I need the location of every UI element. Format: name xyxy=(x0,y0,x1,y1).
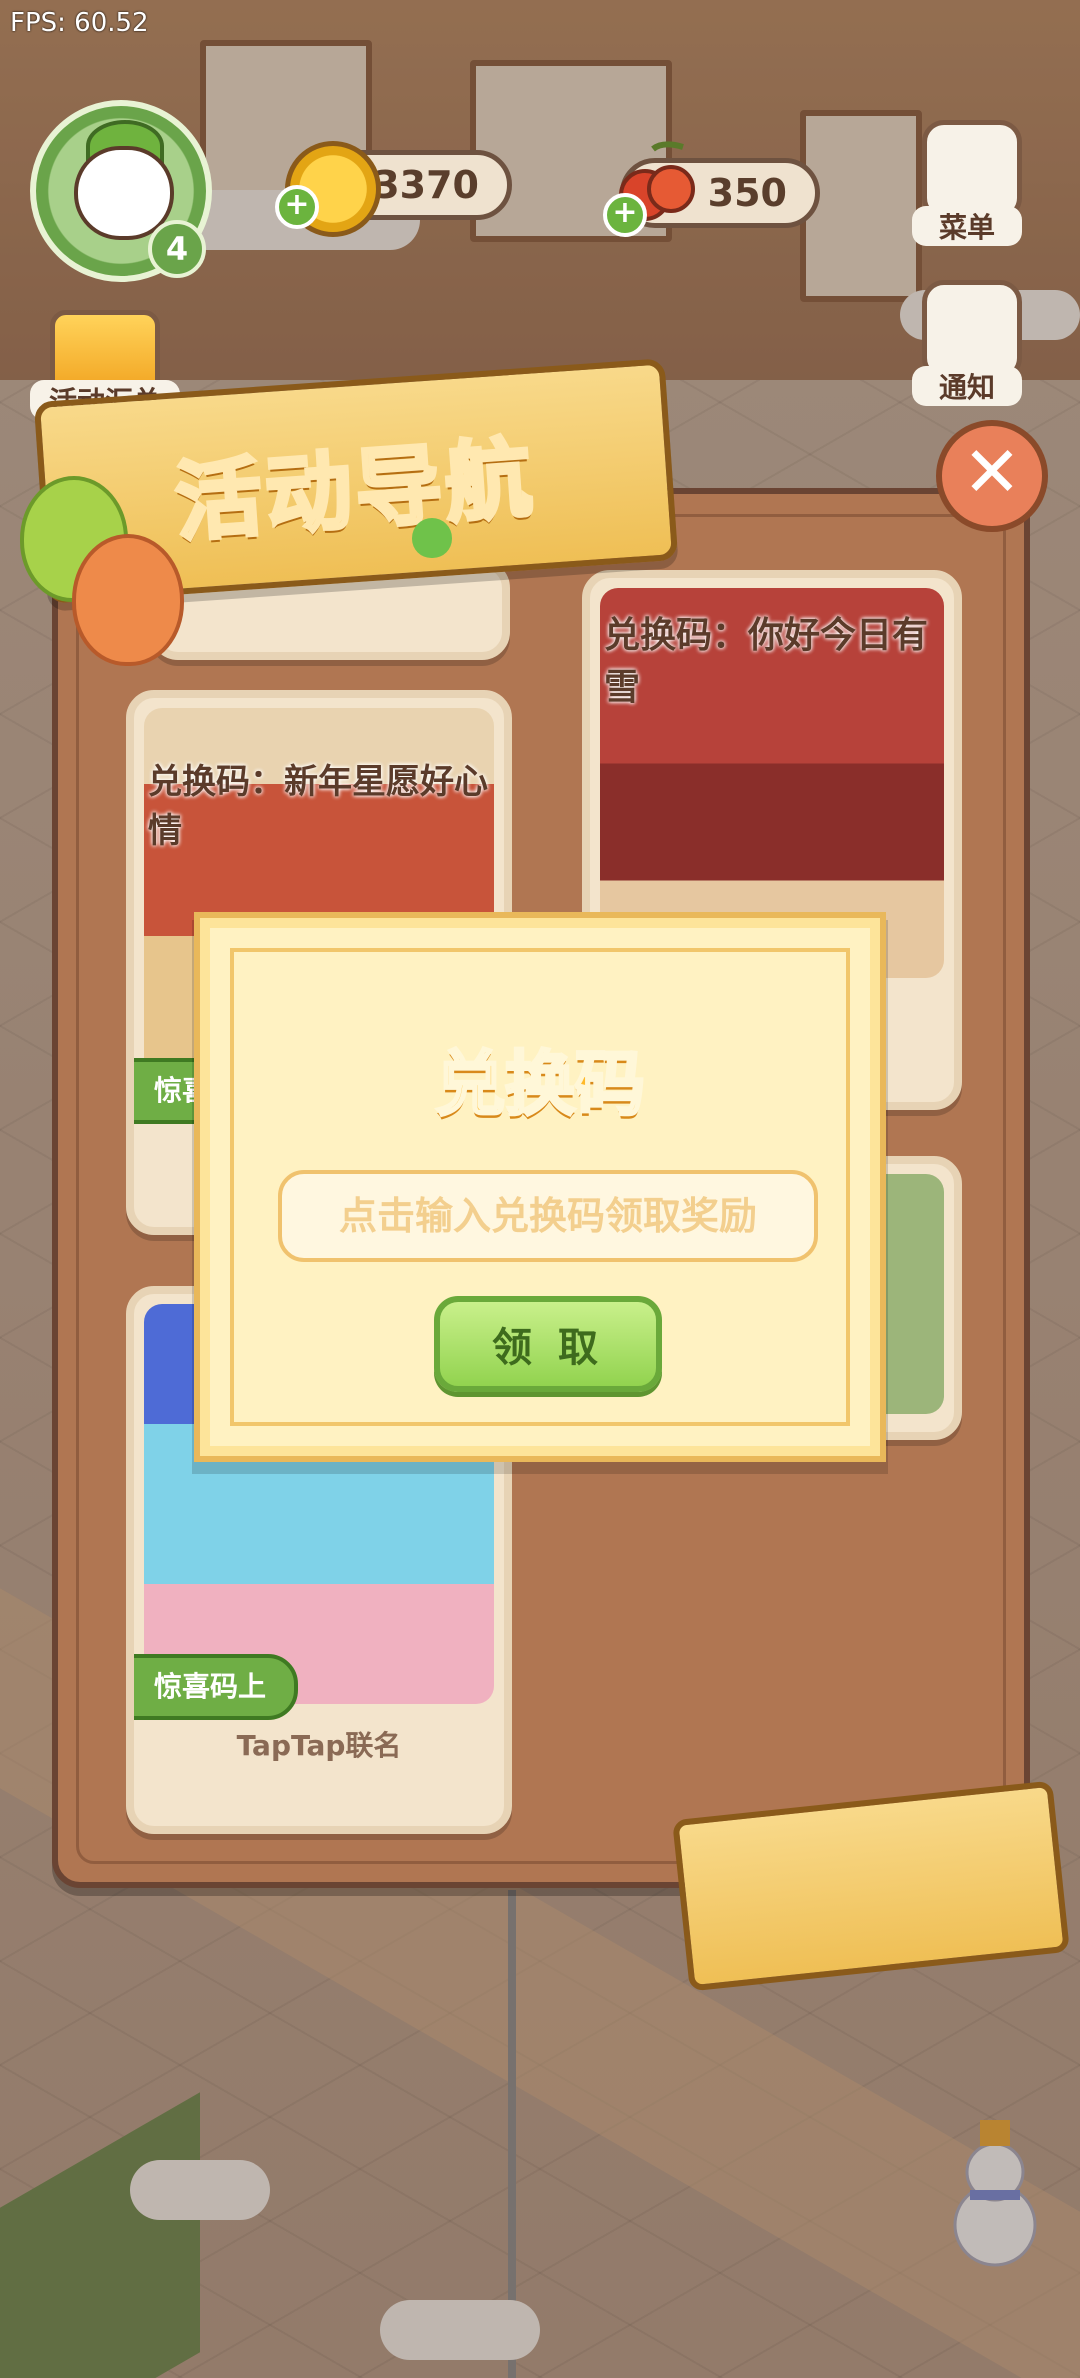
coin-amount: 3370 xyxy=(373,163,479,207)
coin-counter[interactable]: + 3370 xyxy=(275,141,512,237)
menu-icon xyxy=(922,120,1022,220)
card-title: 兑换码：你好今日有雪 xyxy=(604,615,929,708)
add-cherries-icon[interactable]: + xyxy=(603,193,647,237)
green-ornament-icon xyxy=(412,518,452,558)
claim-button[interactable]: 领 取 xyxy=(434,1296,662,1392)
card-title: 兑换码：新年星愿好心情 xyxy=(148,762,488,851)
cherry-counter[interactable]: + 350 xyxy=(603,141,820,237)
close-icon: ✕ xyxy=(962,431,1022,513)
menu-label: 菜单 xyxy=(912,206,1022,246)
notice-button[interactable]: 通知 xyxy=(912,280,1022,410)
redeem-code-dialog: 兑换码 领 取 xyxy=(200,918,880,1456)
bell-icon xyxy=(922,280,1022,380)
cherry-amount: 350 xyxy=(707,171,787,215)
menu-button[interactable]: 菜单 xyxy=(912,120,1022,250)
crown-icon xyxy=(50,310,160,390)
fps-counter: FPS: 60.52 xyxy=(10,8,149,38)
dialog-title: 兑换码 xyxy=(434,1042,647,1127)
redeem-code-input[interactable] xyxy=(278,1170,818,1262)
card-footer-label: TapTap联名 xyxy=(236,1729,402,1762)
card-tag: 惊喜码上 xyxy=(134,1654,299,1720)
orange-balloon-icon xyxy=(72,534,184,666)
player-level-badge: 4 xyxy=(148,220,206,278)
close-panel-button[interactable]: ✕ xyxy=(936,420,1048,532)
add-coins-icon[interactable]: + xyxy=(275,185,319,229)
notice-label: 通知 xyxy=(912,366,1022,406)
